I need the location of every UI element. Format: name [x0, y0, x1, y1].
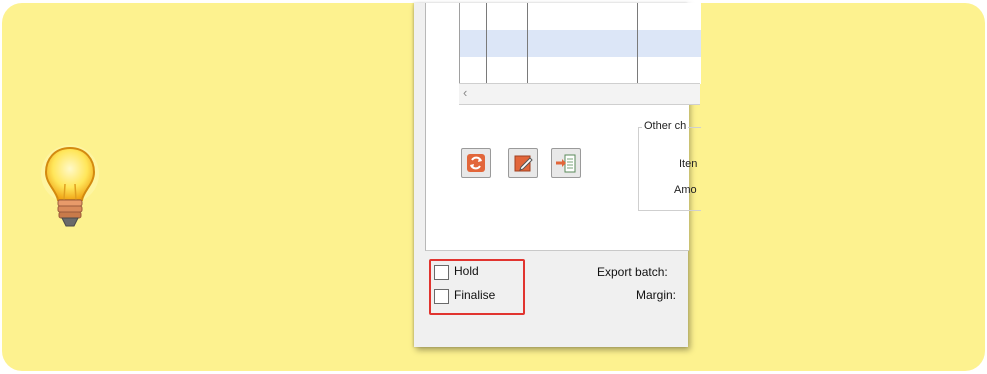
horizontal-scrollbar[interactable]: ‹ [459, 83, 700, 105]
refresh-button[interactable] [461, 148, 491, 178]
hold-checkbox[interactable] [434, 265, 449, 280]
finalise-label: Finalise [454, 288, 496, 302]
edit-button[interactable] [508, 148, 538, 178]
import-button[interactable] [551, 148, 581, 178]
lightbulb-icon [41, 145, 99, 227]
margin-label: Margin: [636, 288, 677, 302]
table-row[interactable] [460, 30, 701, 57]
export-batch-label: Export batch: [597, 265, 668, 279]
table-row[interactable] [460, 3, 701, 30]
field-label-items: Iten [679, 158, 698, 170]
hold-label: Hold [454, 264, 479, 278]
table-row[interactable] [460, 57, 701, 84]
column-divider [486, 3, 487, 83]
group-title: Other ch [642, 120, 689, 132]
import-icon [556, 154, 576, 173]
app-window: ‹ Other ch Iten Amo Hold Finalise Export… [414, 3, 701, 347]
field-label-amount: Amo [674, 184, 697, 196]
data-table[interactable] [459, 3, 701, 89]
finalise-checkbox[interactable] [434, 289, 449, 304]
scroll-left-icon[interactable]: ‹ [463, 85, 467, 100]
edit-icon [514, 155, 533, 172]
column-divider [637, 3, 638, 83]
refresh-icon [467, 154, 485, 172]
column-divider [527, 3, 528, 83]
main-panel: ‹ Other ch Iten Amo [425, 3, 701, 251]
